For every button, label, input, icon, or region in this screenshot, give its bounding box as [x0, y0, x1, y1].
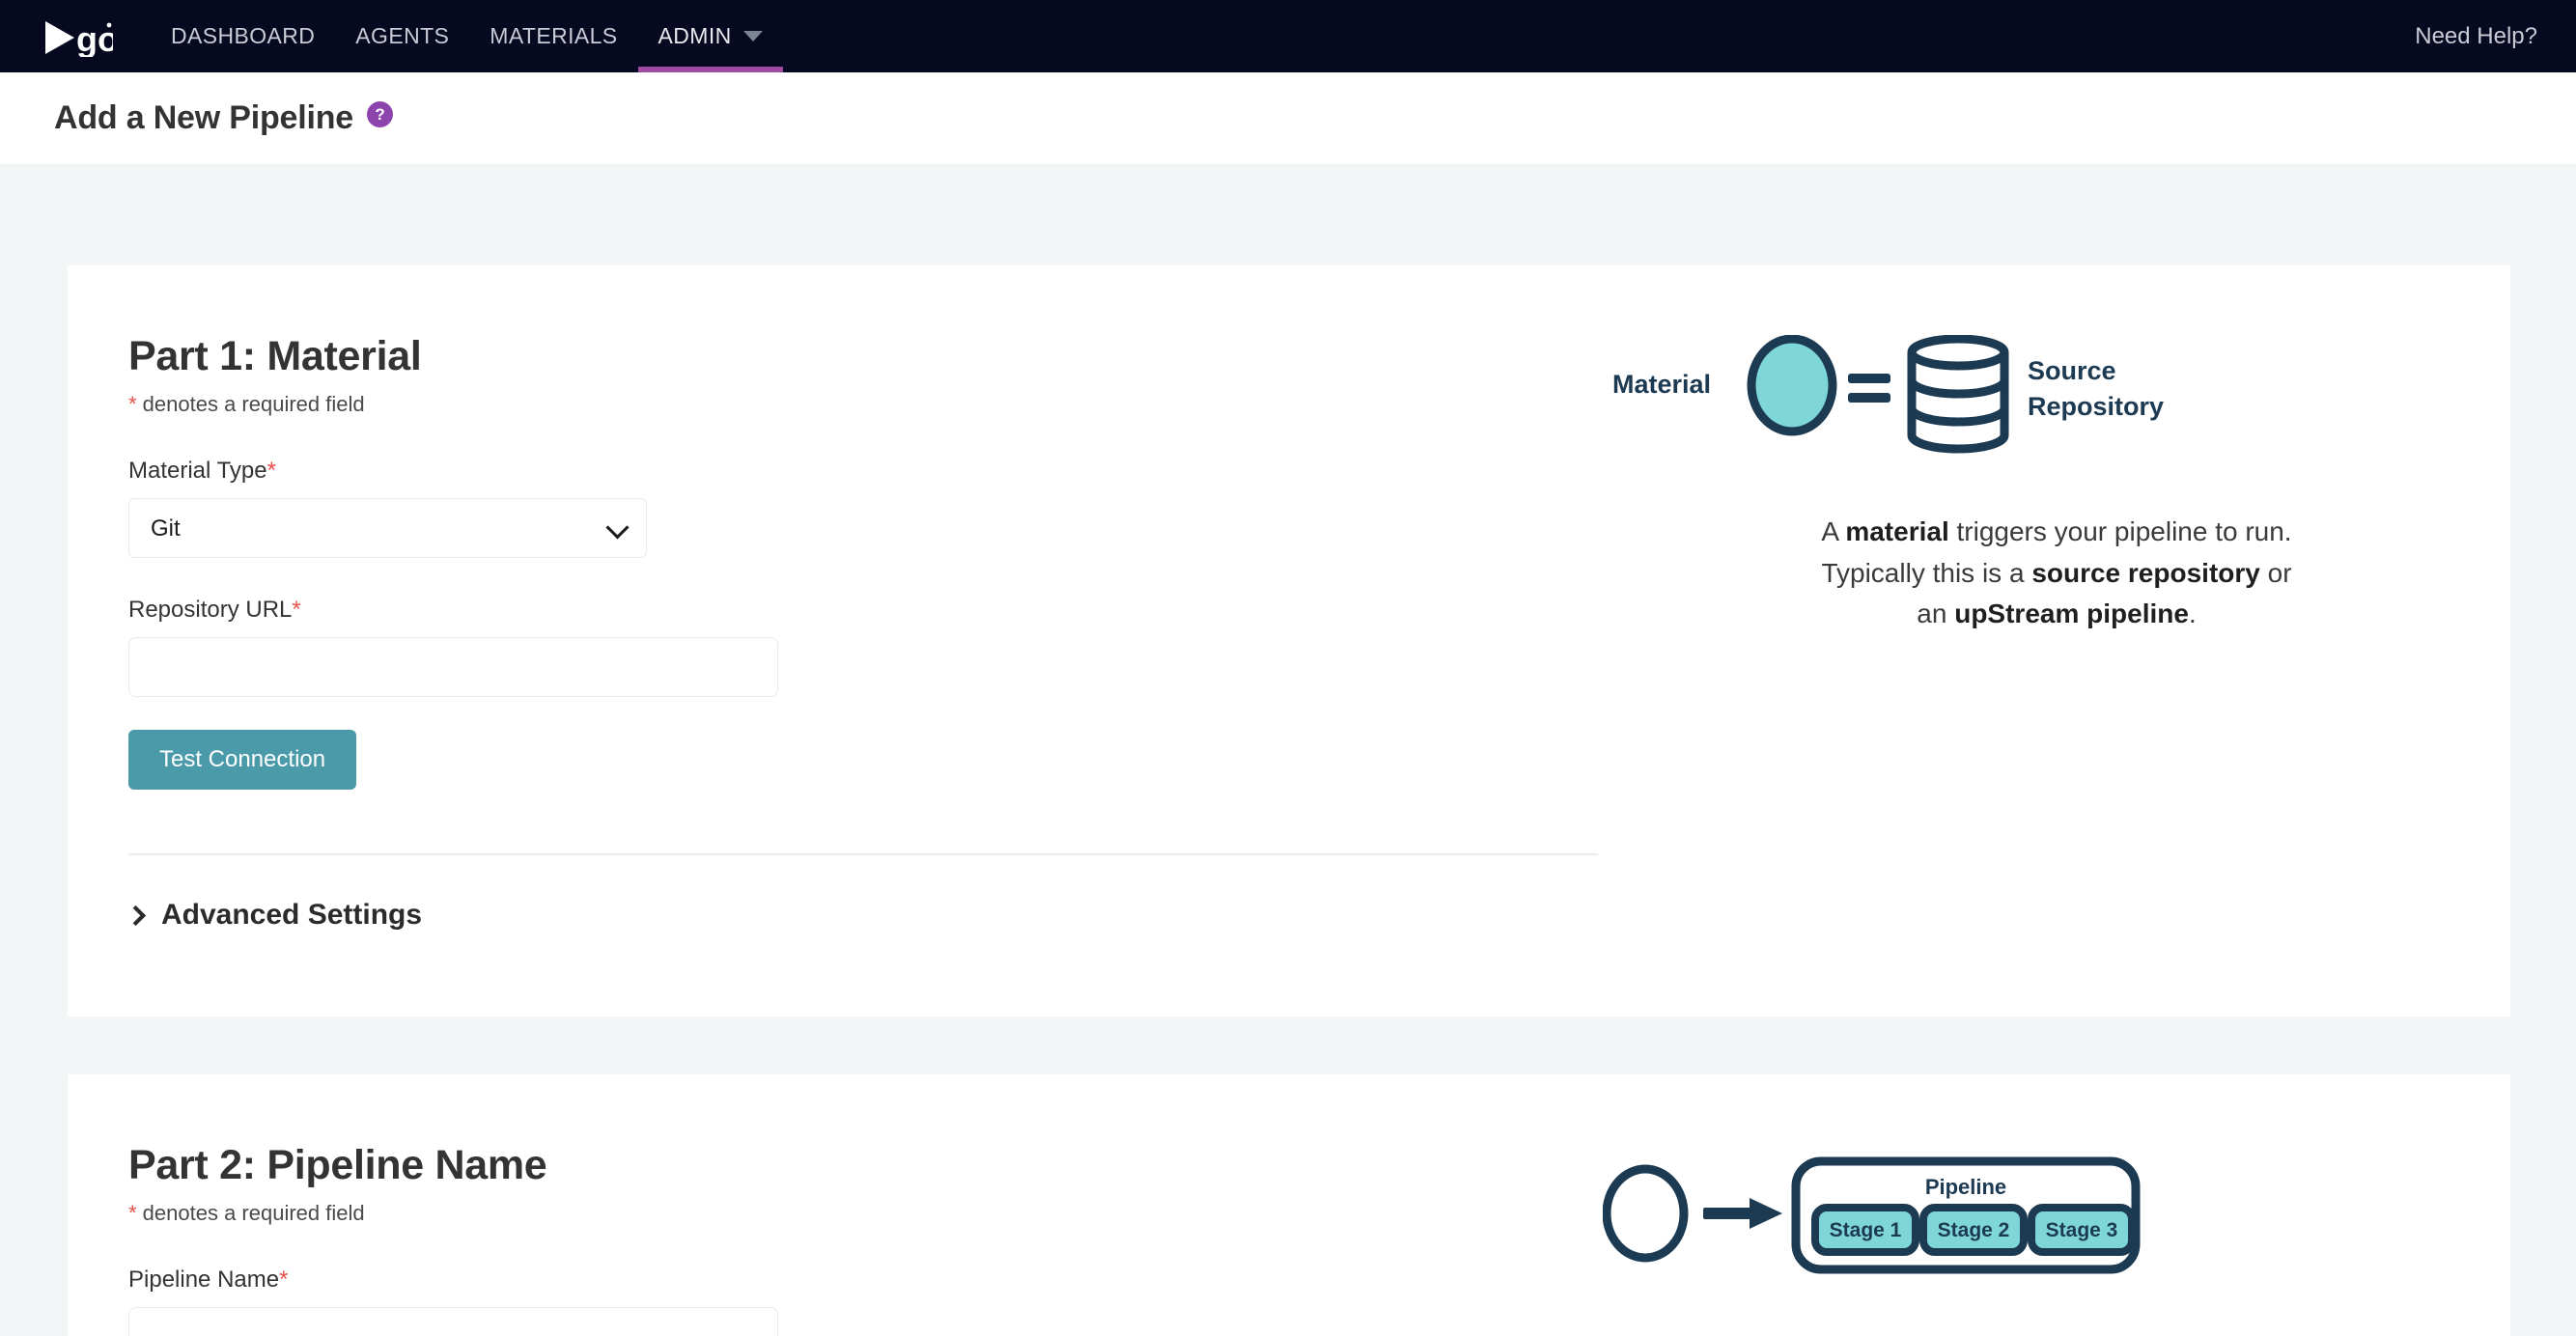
- repository-url-required-asterisk: *: [292, 597, 301, 623]
- part-1-form-column: Part 1: Material * denotes a required fi…: [68, 265, 1603, 1016]
- material-equals-source-repository-diagram: Material Source Repository: [1612, 334, 2164, 454]
- required-asterisk: *: [128, 1201, 137, 1225]
- part-2-required-note: * denotes a required field: [128, 1201, 1603, 1226]
- description-line3-bold: upStream pipeline: [1954, 598, 2189, 629]
- material-circle-icon: [1747, 334, 1837, 436]
- part-1-illustration-column: Material Source Repository A material tr…: [1603, 265, 2510, 1016]
- part-2-pipeline-name-card: Part 2: Pipeline Name * denotes a requir…: [68, 1074, 2510, 1336]
- equals-icon-bottom: [1848, 393, 1890, 403]
- chevron-down-icon: [742, 31, 763, 42]
- pipeline-name-required-asterisk: *: [279, 1266, 289, 1293]
- description-line3-post: .: [2188, 598, 2197, 629]
- part-2-illustration-column: Pipeline Stage 1 Stage 2 Stage 3: [1602, 1074, 2510, 1336]
- nav-item-admin-label: ADMIN: [658, 23, 732, 48]
- nav-item-agents[interactable]: AGENTS: [335, 0, 469, 72]
- pipeline-name-input[interactable]: [128, 1307, 778, 1336]
- part-1-material-card: Part 1: Material * denotes a required fi…: [68, 265, 2510, 1016]
- stage-pill-1-label: Stage 1: [1830, 1219, 1902, 1241]
- required-note-text: denotes a required field: [136, 392, 365, 416]
- page-title: Add a New Pipeline: [54, 99, 354, 136]
- nav-item-materials-label: MATERIALS: [490, 23, 618, 48]
- equals-icon-top: [1848, 374, 1890, 383]
- stage-pill-3-label: Stage 3: [2046, 1219, 2118, 1241]
- top-navigation-bar: go DASHBOARD AGENTS MATERIALS ADMIN Need…: [0, 0, 2576, 72]
- nav-item-materials[interactable]: MATERIALS: [469, 0, 637, 72]
- part-1-description: A material triggers your pipeline to run…: [1719, 512, 2394, 635]
- part-1-required-note: * denotes a required field: [128, 392, 1603, 417]
- go-play-logo-icon: go: [45, 19, 113, 57]
- advanced-settings-toggle[interactable]: Advanced Settings: [125, 899, 423, 932]
- advanced-settings-label: Advanced Settings: [161, 899, 423, 931]
- required-note-text: denotes a required field: [136, 1201, 365, 1225]
- source-repository-cylinder-icon: [1907, 334, 2009, 454]
- chevron-right-icon: [125, 905, 147, 926]
- page-body: Part 1: Material * denotes a required fi…: [0, 265, 2576, 1336]
- description-line2-pre: Typically this is a: [1821, 557, 2032, 588]
- part-2-form-column: Part 2: Pipeline Name * denotes a requir…: [68, 1074, 1603, 1336]
- description-line1-bold: material: [1845, 516, 1949, 546]
- description-line1-pre: A: [1821, 516, 1846, 546]
- pipeline-name-label: Pipeline Name*: [128, 1266, 1603, 1294]
- stage-pill-3: Stage 3: [2028, 1204, 2136, 1256]
- need-help-link[interactable]: Need Help?: [2415, 23, 2537, 50]
- material-type-label: Material Type*: [128, 458, 1603, 485]
- nav-item-dashboard-label: DASHBOARD: [171, 23, 316, 48]
- description-line2-bold: source repository: [2031, 557, 2260, 588]
- required-asterisk: *: [128, 392, 137, 416]
- test-connection-button[interactable]: Test Connection: [128, 730, 357, 790]
- stage-pill-2-label: Stage 2: [1938, 1219, 2010, 1241]
- material-diagram-right-label-line2: Repository: [2028, 392, 2164, 421]
- nav-item-admin[interactable]: ADMIN: [637, 0, 783, 72]
- nav-right-section: Need Help?: [2415, 0, 2537, 72]
- arrow-right-icon: [1703, 1198, 1782, 1229]
- nav-item-dashboard[interactable]: DASHBOARD: [151, 0, 335, 72]
- description-line3-pre: an: [1917, 598, 1955, 629]
- part-2-title: Part 2: Pipeline Name: [128, 1142, 547, 1188]
- description-line2-post: or: [2259, 557, 2292, 588]
- help-icon[interactable]: ?: [367, 101, 394, 127]
- material-type-required-asterisk: *: [266, 458, 276, 484]
- page-header: Add a New Pipeline ?: [0, 72, 2576, 165]
- repository-url-label-text: Repository URL: [128, 597, 293, 623]
- material-type-select-wrap: Git: [128, 498, 647, 558]
- pipeline-name-label-text: Pipeline Name: [128, 1266, 280, 1293]
- material-diagram-right-label-line1: Source: [2028, 356, 2116, 385]
- material-diagram-left-label: Material: [1612, 370, 1711, 399]
- stage-pill-1: Stage 1: [1811, 1204, 1919, 1256]
- description-line1-post: triggers your pipeline to run.: [1948, 516, 2292, 546]
- repository-url-input[interactable]: [128, 637, 778, 697]
- go-logo[interactable]: go: [29, 16, 126, 57]
- material-type-label-text: Material Type: [128, 458, 267, 484]
- part-1-title: Part 1: Material: [128, 333, 422, 379]
- stage-pill-2: Stage 2: [1919, 1204, 2028, 1256]
- primary-nav-links: DASHBOARD AGENTS MATERIALS ADMIN: [151, 0, 783, 72]
- pipeline-stages-diagram: Pipeline Stage 1 Stage 2 Stage 3: [1602, 1156, 2141, 1274]
- nav-item-agents-label: AGENTS: [355, 23, 450, 48]
- section-divider: [128, 853, 1598, 855]
- material-type-select[interactable]: Git: [128, 498, 647, 558]
- pipeline-diagram-label: Pipeline: [1925, 1175, 2006, 1199]
- pipeline-diagram-material-circle-icon: [1602, 1164, 1689, 1263]
- repository-url-label: Repository URL*: [128, 597, 1603, 624]
